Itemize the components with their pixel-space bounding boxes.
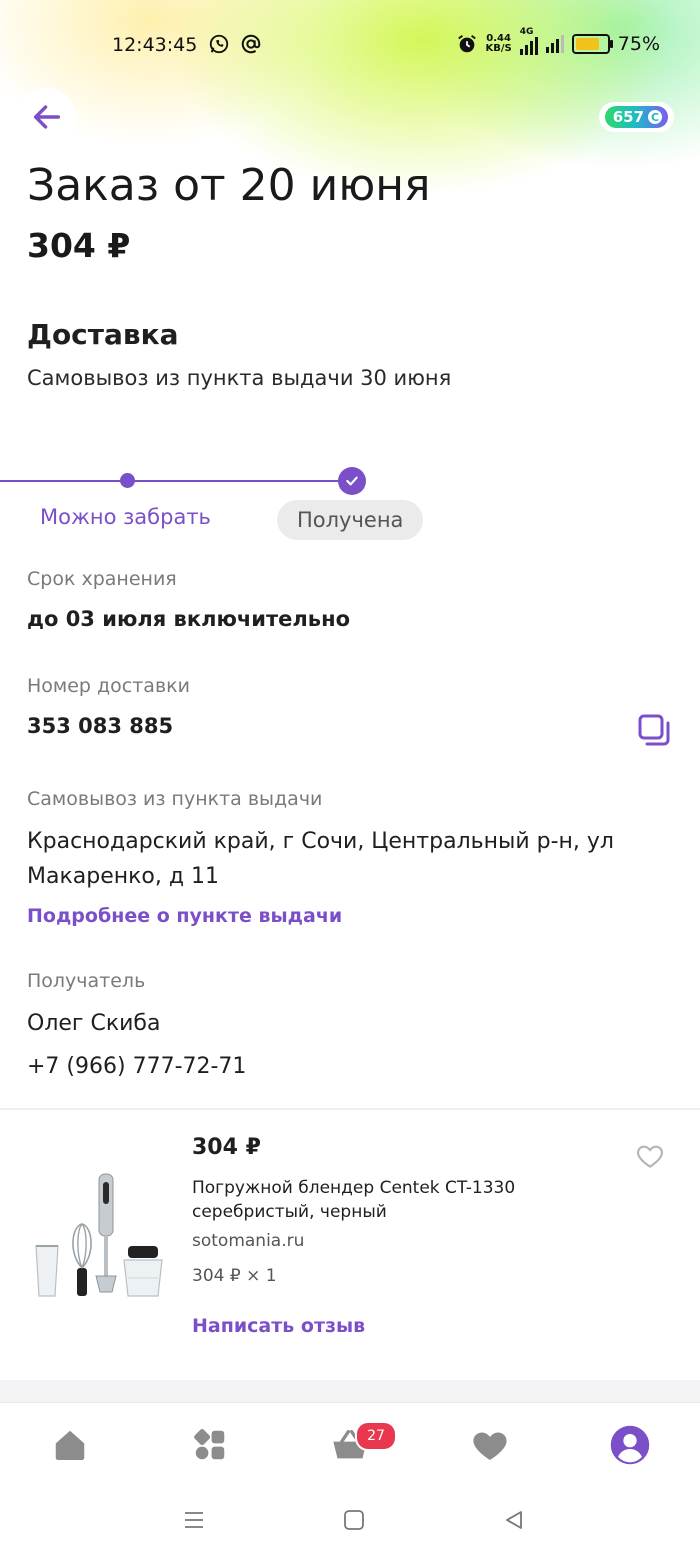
progress-track-line [0, 480, 352, 482]
network-type: 4G [519, 27, 534, 37]
home-icon [55, 1430, 85, 1461]
nav-profile[interactable] [608, 1423, 652, 1467]
progress-step-dot [120, 473, 135, 488]
signal-bars-icon [519, 37, 538, 55]
storage-period-value: до 03 июля включительно [27, 607, 351, 631]
progress-step-received: Получена [277, 500, 424, 540]
heart-outline-icon [636, 1145, 664, 1168]
check-icon [346, 476, 358, 486]
delivery-method-date: Самовывоз из пункта выдачи 30 июня [27, 366, 452, 390]
copy-tracking-button[interactable] [634, 710, 674, 750]
storage-period-label: Срок хранения [27, 568, 177, 590]
pickup-point-label: Самовывоз из пункта выдачи [27, 788, 323, 810]
battery-fill [575, 38, 599, 50]
whatsapp-icon [209, 34, 229, 54]
bonus-points-value: 657 [612, 108, 644, 126]
recipient-phone: +7 (966) 777-72-71 [27, 1054, 247, 1079]
cart-count-badge: 27 [355, 1421, 397, 1451]
square-icon [344, 1510, 364, 1530]
heart-icon [473, 1432, 507, 1460]
bonus-points-badge[interactable]: 657 С [598, 102, 674, 132]
progress-step-received-label: Получена [297, 508, 404, 532]
write-review-link[interactable]: Написать отзыв [192, 1315, 365, 1337]
product-price: 304 ₽ [192, 1135, 261, 1160]
nav-catalog[interactable] [188, 1423, 232, 1467]
progress-step-ready: Можно забрать [40, 505, 211, 529]
copy-icon [638, 714, 670, 746]
content-bottom-gap [0, 1380, 700, 1402]
signal-4g-indicator: 4G [519, 27, 538, 55]
progress-step-check [338, 467, 366, 495]
signal-bars-icon-2 [545, 35, 564, 53]
alarm-icon [457, 35, 476, 53]
status-system-icons: 0.44 KB/S 4G 75% [456, 27, 660, 55]
favorite-button[interactable] [634, 1140, 666, 1172]
recipient-label: Получатель [27, 970, 146, 992]
product-name[interactable]: Погружной блендер Centek CT-1330 серебри… [192, 1176, 572, 1224]
recent-apps-button[interactable] [176, 1502, 212, 1538]
menu-lines-icon [185, 1512, 203, 1528]
section-divider [0, 1108, 700, 1110]
product-image[interactable] [28, 1168, 168, 1303]
tracking-number-label: Номер доставки [27, 675, 190, 697]
status-time: 12:43:45 [112, 34, 198, 56]
order-total: 304 ₽ [27, 226, 131, 265]
triangle-back-icon [506, 1511, 522, 1529]
product-quantity: 304 ₽ × 1 [192, 1266, 277, 1286]
battery-percent: 75% [617, 33, 660, 55]
page-title: Заказ от 20 июня [27, 160, 431, 211]
arrow-left-icon [33, 105, 61, 129]
recipient-name: Олег Скиба [27, 1011, 161, 1036]
battery-icon [571, 34, 613, 54]
status-bar: 12:43:45 0.44 KB/S 4G 75% [0, 27, 700, 60]
nav-favorites[interactable] [468, 1423, 512, 1467]
product-seller[interactable]: sotomania.ru [192, 1231, 304, 1251]
nav-home[interactable] [48, 1423, 92, 1467]
profile-avatar-icon [610, 1425, 650, 1465]
pickup-point-details-link[interactable]: Подробнее о пункте выдачи [27, 905, 342, 927]
pickup-point-address: Краснодарский край, г Сочи, Центральный … [27, 829, 614, 889]
home-system-button[interactable] [336, 1502, 372, 1538]
status-app-icons [208, 33, 262, 55]
bonus-points-pill: 657 С [604, 106, 668, 128]
tracking-number-value: 353 083 885 [27, 714, 174, 738]
bottom-navigation [0, 1402, 700, 1485]
system-navigation-bar [0, 1484, 700, 1556]
back-system-button[interactable] [496, 1502, 532, 1538]
bonus-coin-icon: С [648, 110, 662, 124]
delivery-section-title: Доставка [27, 318, 179, 351]
at-sign-icon [241, 34, 261, 54]
network-speed-unit: KB/S [485, 43, 512, 54]
catalog-grid-icon [194, 1429, 225, 1460]
network-speed: 0.44 KB/S [486, 34, 512, 54]
back-button[interactable] [18, 88, 76, 146]
